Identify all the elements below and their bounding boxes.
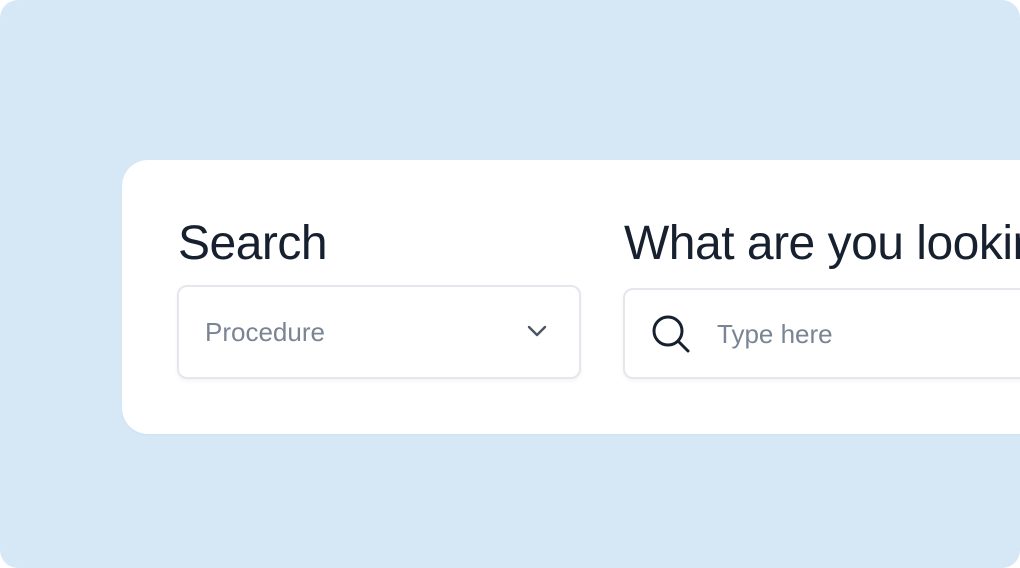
search-type-label: Search <box>178 217 328 270</box>
search-icon <box>652 315 690 353</box>
search-card: Search Procedure What are you looking fo… <box>122 160 1020 434</box>
search-type-selected-value: Procedure <box>205 317 325 347</box>
search-type-select[interactable]: Procedure <box>177 285 581 379</box>
search-input[interactable] <box>717 314 1020 354</box>
search-box[interactable] <box>623 288 1020 379</box>
page-background: Search Procedure What are you looking fo… <box>0 0 1020 568</box>
query-label: What are you looking for? <box>624 217 1020 270</box>
chevron-down-icon[interactable] <box>523 317 551 345</box>
